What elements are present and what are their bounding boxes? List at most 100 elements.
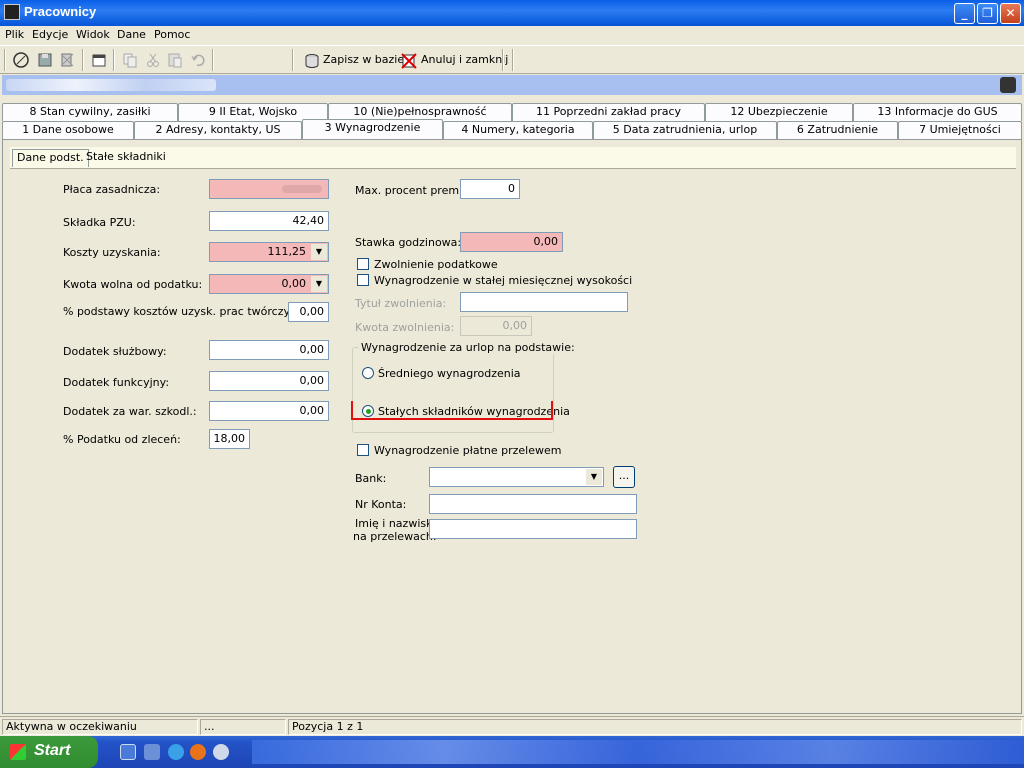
tab-poprzedni-zaklad[interactable]: 11 Poprzedni zakład pracy bbox=[512, 103, 705, 121]
placa-label: Płaca zasadnicza: bbox=[63, 183, 161, 196]
paste-icon[interactable] bbox=[166, 51, 184, 69]
toolbar-separator bbox=[292, 49, 294, 71]
user-icon[interactable] bbox=[1000, 77, 1016, 93]
chevron-down-icon[interactable]: ▼ bbox=[311, 276, 327, 292]
dodatek-funkcyjny-label: Dodatek funkcyjny: bbox=[63, 376, 170, 389]
radio-srednie-label: Średniego wynagrodzenia bbox=[378, 367, 521, 380]
koszty-value: 111,25 bbox=[267, 245, 307, 258]
dodatek-szkodl-label: Dodatek za war. szkodl.: bbox=[63, 405, 197, 418]
chevron-down-icon[interactable]: ▼ bbox=[586, 469, 602, 485]
cancel-close-icon[interactable] bbox=[400, 52, 418, 70]
undo-icon[interactable] bbox=[189, 51, 207, 69]
podatek-zlecen-field[interactable]: 18,00 bbox=[209, 429, 250, 449]
dodatek-funkcyjny-field[interactable]: 0,00 bbox=[209, 371, 329, 391]
media-icon[interactable] bbox=[144, 744, 160, 760]
tab-umiejetnosci[interactable]: 7 Umiejętności bbox=[898, 121, 1022, 139]
stawka-label: Stawka godzinowa: bbox=[355, 236, 462, 249]
maximize-button[interactable]: ❐ bbox=[977, 3, 998, 24]
menu-bar: Plik Edycje Widok Dane Pomoc bbox=[0, 26, 1024, 45]
bank-combo[interactable]: ▼ bbox=[429, 467, 604, 487]
menu-edycje[interactable]: Edycje bbox=[32, 28, 68, 41]
nr-konta-field[interactable] bbox=[429, 494, 637, 514]
tab-numery[interactable]: 4 Numery, kategoria bbox=[443, 121, 593, 139]
dodatek-sluzbowy-label: Dodatek służbowy: bbox=[63, 345, 167, 358]
save-to-db-button[interactable]: Zapisz w bazie bbox=[323, 53, 404, 66]
zwolnienie-label: Zwolnienie podatkowe bbox=[374, 258, 498, 271]
stala-wysokosc-checkbox[interactable] bbox=[357, 274, 369, 286]
bank-browse-button[interactable]: ... bbox=[613, 466, 635, 488]
status-position: Pozycja 1 z 1 bbox=[288, 719, 1022, 735]
quicklaunch-icon[interactable] bbox=[213, 744, 229, 760]
tab-ubezpieczenie[interactable]: 12 Ubezpieczenie bbox=[705, 103, 853, 121]
toolbar-separator bbox=[82, 49, 84, 71]
close-button[interactable]: ✕ bbox=[1000, 3, 1021, 24]
kwota-wolna-label: Kwota wolna od podatku: bbox=[63, 278, 203, 291]
chevron-down-icon[interactable]: ▼ bbox=[311, 244, 327, 260]
subtab-dane-podst[interactable]: Dane podst. bbox=[12, 149, 89, 167]
tab-data-zatrudnienia[interactable]: 5 Data zatrudnienia, urlop bbox=[593, 121, 777, 139]
menu-dane[interactable]: Dane bbox=[117, 28, 146, 41]
imie-nazwisko-field[interactable] bbox=[429, 519, 637, 539]
firefox-icon[interactable] bbox=[190, 744, 206, 760]
premia-label: Max. procent premii: bbox=[355, 184, 469, 197]
show-desktop-icon[interactable] bbox=[120, 744, 136, 760]
tab-row-lower: 1 Dane osobowe 2 Adresy, kontakty, US 3 … bbox=[2, 119, 1022, 139]
taskbar-band bbox=[252, 740, 1024, 764]
minimize-button[interactable]: _ bbox=[954, 3, 975, 24]
przelew-label: Wynagrodzenie płatne przelewem bbox=[374, 444, 562, 457]
save-icon[interactable] bbox=[36, 51, 54, 69]
przelew-checkbox[interactable] bbox=[357, 444, 369, 456]
title-bar: Pracownicy _ ❐ ✕ bbox=[0, 0, 1024, 26]
tab-informacje-gus[interactable]: 13 Informacje do GUS bbox=[853, 103, 1022, 121]
kwota-zwolnienia-label: Kwota zwolnienia: bbox=[355, 321, 455, 334]
dodatek-szkodl-field[interactable]: 0,00 bbox=[209, 401, 329, 421]
start-button[interactable]: Start bbox=[0, 736, 98, 768]
placa-field[interactable] bbox=[209, 179, 329, 199]
imie-nazwisko-label-1: Imię i nazwisko bbox=[355, 517, 439, 530]
menu-widok[interactable]: Widok bbox=[76, 28, 110, 41]
cancel-close-button[interactable]: Anuluj i zamknij bbox=[421, 53, 508, 66]
zwolnienie-checkbox[interactable] bbox=[357, 258, 369, 270]
podatek-zlecen-label: % Podatku od zleceń: bbox=[63, 433, 181, 446]
tytul-zwolnienia-label: Tytuł zwolnienia: bbox=[355, 297, 447, 310]
kwota-zwolnienia-field[interactable]: 0,00 bbox=[460, 316, 532, 336]
bank-label: Bank: bbox=[355, 472, 387, 485]
imie-nazwisko-label-2: na przelewach: bbox=[353, 530, 437, 543]
subtab-bar: Dane podst. Stałe składniki bbox=[10, 147, 1016, 169]
toolbar-separator bbox=[113, 49, 115, 71]
toolbar-separator bbox=[212, 49, 214, 71]
tab-dane-osobowe[interactable]: 1 Dane osobowe bbox=[2, 121, 134, 139]
delete-icon[interactable] bbox=[58, 51, 76, 69]
record-header-strip bbox=[2, 75, 1022, 95]
status-extra: ... bbox=[200, 719, 286, 735]
cut-icon[interactable] bbox=[144, 51, 162, 69]
kwota-wolna-combo[interactable]: 0,00 ▼ bbox=[209, 274, 329, 294]
toolbar-separator bbox=[4, 49, 6, 71]
red-highlight-annotation bbox=[351, 401, 553, 420]
toolbar-separator bbox=[512, 49, 514, 71]
blurred-value bbox=[282, 185, 322, 193]
procent-kosztow-label: % podstawy kosztów uzysk. prac twórczych… bbox=[63, 305, 307, 318]
subtab-stale-skladniki[interactable]: Stałe składniki bbox=[82, 149, 170, 167]
radio-srednie[interactable] bbox=[362, 367, 374, 379]
premia-field[interactable]: 0 bbox=[460, 179, 520, 199]
menu-plik[interactable]: Plik bbox=[5, 28, 24, 41]
database-save-icon[interactable] bbox=[303, 52, 321, 70]
menu-pomoc[interactable]: Pomoc bbox=[154, 28, 190, 41]
urlop-groupbox-title: Wynagrodzenie za urlop na podstawie: bbox=[358, 341, 578, 354]
calculator-icon[interactable] bbox=[12, 51, 30, 69]
tytul-zwolnienia-field[interactable] bbox=[460, 292, 628, 312]
tab-adresy[interactable]: 2 Adresy, kontakty, US bbox=[134, 121, 302, 139]
properties-icon[interactable] bbox=[90, 51, 108, 69]
toolbar-separator bbox=[502, 49, 504, 71]
internet-explorer-icon[interactable] bbox=[168, 744, 184, 760]
stawka-field[interactable]: 0,00 bbox=[460, 232, 563, 252]
dodatek-sluzbowy-field[interactable]: 0,00 bbox=[209, 340, 329, 360]
pzu-field[interactable]: 42,40 bbox=[209, 211, 329, 231]
tab-stan-cywilny[interactable]: 8 Stan cywilny, zasiłki bbox=[2, 103, 178, 121]
tab-wynagrodzenie[interactable]: 3 Wynagrodzenie bbox=[302, 119, 443, 139]
procent-kosztow-field[interactable]: 0,00 bbox=[288, 302, 329, 322]
copy-icon[interactable] bbox=[121, 51, 139, 69]
tab-zatrudnienie[interactable]: 6 Zatrudnienie bbox=[777, 121, 898, 139]
koszty-combo[interactable]: 111,25 ▼ bbox=[209, 242, 329, 262]
